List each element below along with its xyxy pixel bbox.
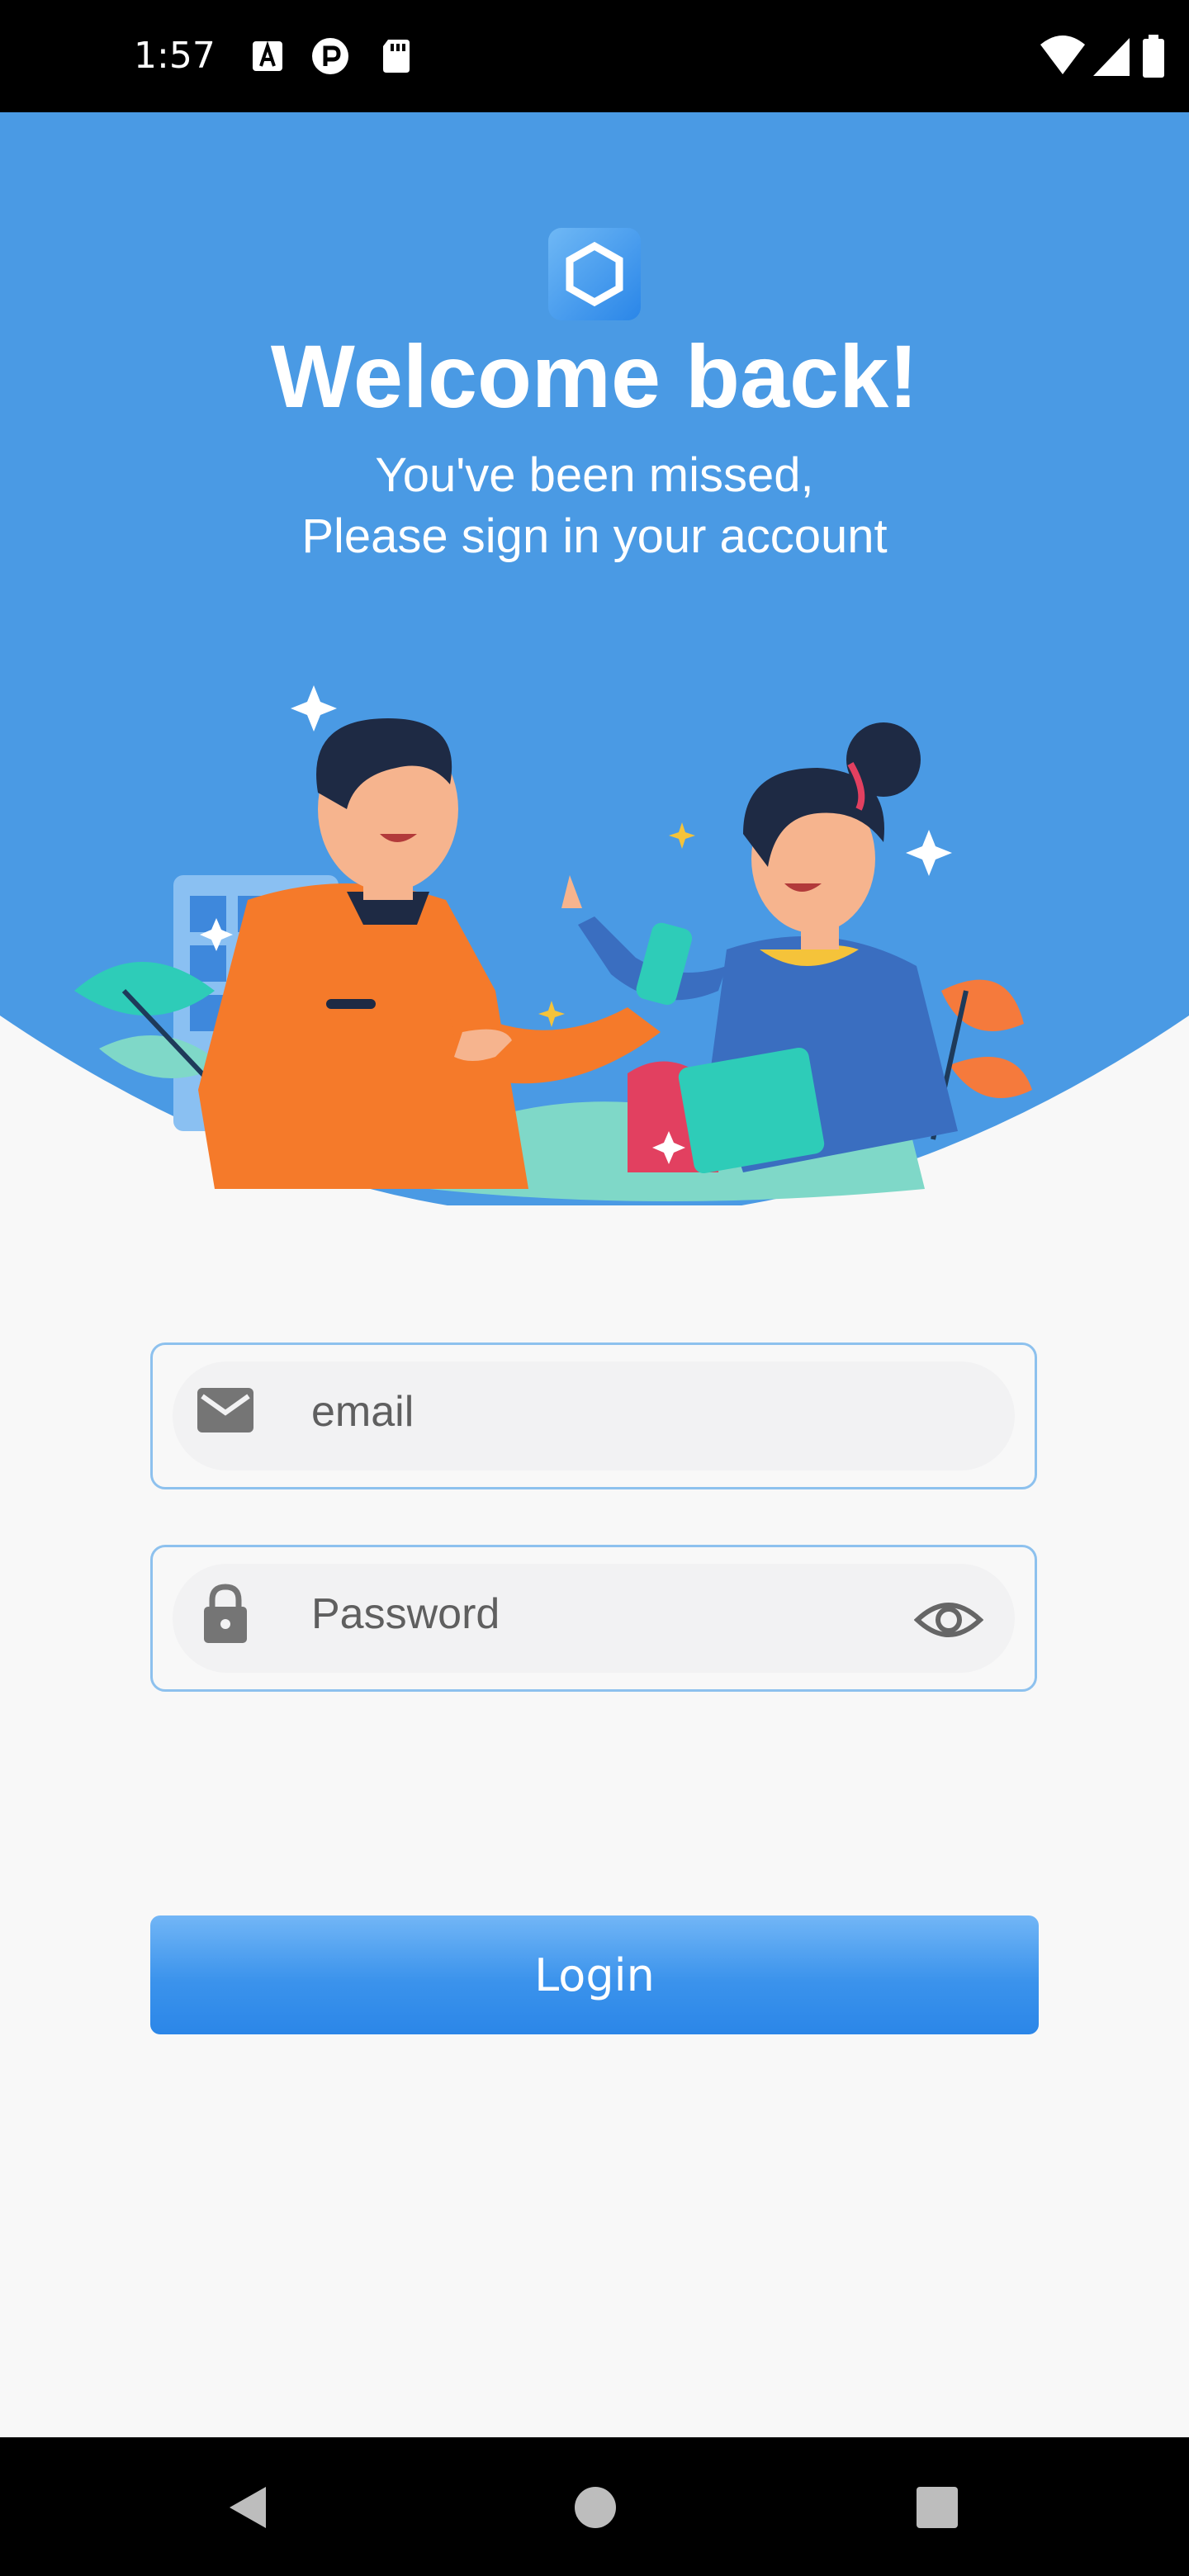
hero-illustration xyxy=(0,0,1189,1205)
navigation-bar xyxy=(0,2437,1189,2576)
eye-icon[interactable] xyxy=(914,1585,983,1655)
back-triangle-icon[interactable] xyxy=(220,2479,277,2536)
wifi-icon xyxy=(1040,36,1085,74)
hero-section: Welcome back! You've been missed, Please… xyxy=(0,0,1189,1205)
status-bar: 1:57 xyxy=(0,0,1189,112)
password-input[interactable] xyxy=(310,1572,891,1656)
battery-icon xyxy=(1143,35,1164,78)
sd-card-icon xyxy=(383,40,410,73)
welcome-subtitle-line1: You've been missed, xyxy=(375,448,814,502)
signal-icon xyxy=(1093,38,1130,76)
status-time: 1:57 xyxy=(134,35,216,77)
welcome-title: Welcome back! xyxy=(270,326,919,426)
recents-square-icon[interactable] xyxy=(908,2479,966,2536)
welcome-subtitle-line2: Please sign in your account xyxy=(301,509,888,563)
home-circle-icon[interactable] xyxy=(566,2479,624,2536)
login-button[interactable]: Login xyxy=(150,1915,1039,2034)
hexagon-logo-icon xyxy=(566,241,623,307)
email-input[interactable] xyxy=(310,1370,891,1454)
password-field[interactable] xyxy=(150,1545,1037,1692)
lock-icon xyxy=(204,1584,247,1643)
p-badge-icon xyxy=(312,38,348,74)
font-a-icon xyxy=(253,40,282,71)
app-logo xyxy=(548,228,641,320)
email-field[interactable] xyxy=(150,1342,1037,1489)
mail-icon xyxy=(197,1388,253,1432)
